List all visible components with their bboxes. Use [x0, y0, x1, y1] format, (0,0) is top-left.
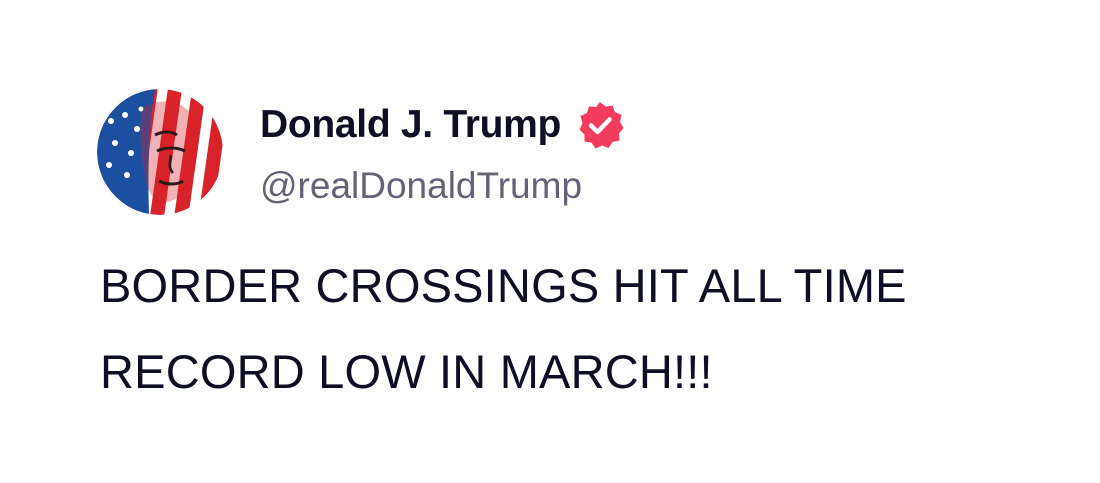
author-names: Donald J. Trump @realDonaldTrump	[260, 88, 625, 216]
post-text: BORDER CROSSINGS HIT ALL TIME RECORD LOW…	[100, 259, 907, 398]
author-handle[interactable]: @realDonaldTrump	[260, 165, 625, 207]
verified-badge-icon	[575, 100, 625, 150]
avatar-image	[97, 89, 223, 215]
author-display-name[interactable]: Donald J. Trump	[260, 103, 561, 147]
post-card: Donald J. Trump @realDonaldTrump BORDER …	[0, 0, 1100, 483]
post-header: Donald J. Trump @realDonaldTrump	[97, 88, 625, 216]
author-avatar[interactable]	[97, 89, 223, 215]
name-row: Donald J. Trump	[260, 97, 625, 153]
